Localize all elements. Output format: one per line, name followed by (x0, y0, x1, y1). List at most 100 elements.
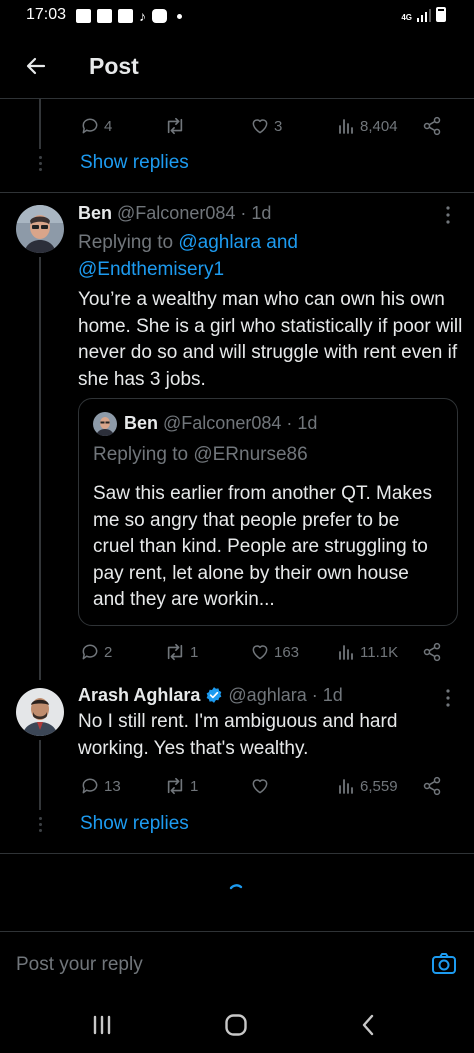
share-icon (423, 116, 441, 136)
network-type: 4G (401, 13, 412, 22)
heart-icon (252, 119, 268, 134)
retweet-icon (167, 777, 183, 795)
camera-button[interactable] (430, 950, 458, 978)
views-button[interactable]: 11.1K (338, 643, 398, 661)
reply-count: 13 (104, 777, 121, 795)
show-replies-link[interactable]: Show replies (80, 152, 189, 174)
avatar[interactable] (16, 205, 64, 253)
quote-display-name: Ben (124, 413, 159, 433)
views-button[interactable]: 8,404 (338, 117, 398, 135)
display-name[interactable]: Ben (78, 203, 112, 223)
like-count: 3 (274, 117, 283, 135)
app-notification-icon (97, 9, 112, 23)
action-bar: 4 3 8,404 (80, 114, 450, 138)
recents-button[interactable] (82, 1007, 122, 1043)
action-bar: 2 1 163 11.1K (80, 640, 450, 664)
reply-icon (82, 644, 98, 660)
app-notification-icon (118, 9, 133, 23)
display-name[interactable]: Arash Aghlara (78, 685, 200, 705)
views-button[interactable]: 6,559 (338, 777, 398, 795)
thread-line (39, 257, 41, 680)
retweet-icon (167, 643, 183, 661)
system-icons: 4G (401, 7, 446, 22)
back-nav-icon (362, 1014, 374, 1036)
replying-prefix: Replying to (78, 232, 179, 253)
more-button[interactable] (436, 203, 460, 227)
view-count: 6,559 (360, 777, 398, 795)
mention-link[interactable]: @Endthemisery1 (78, 259, 224, 280)
mention-link[interactable]: @aghlara (178, 232, 261, 253)
handle[interactable]: @Falconer084 (117, 203, 235, 223)
recents-icon (93, 1015, 111, 1035)
share-button[interactable] (422, 642, 442, 662)
notification-icons: ♪ (76, 8, 182, 24)
quote-avatar (93, 412, 117, 436)
heart-icon (252, 779, 268, 794)
page-title: Post (89, 53, 139, 79)
show-replies-link[interactable]: Show replies (80, 813, 189, 835)
reply-input[interactable]: Post your reply (16, 954, 143, 976)
tweet-header: Arash Aghlara @aghlara · 1d (78, 685, 343, 706)
retweet-button[interactable] (164, 116, 190, 136)
more-icon (446, 689, 450, 707)
like-button[interactable]: 163 (250, 642, 299, 662)
system-nav-bar (0, 997, 474, 1053)
camera-icon (432, 953, 456, 974)
like-button[interactable]: 3 (250, 116, 282, 136)
status-time: 17:03 (26, 6, 67, 23)
share-button[interactable] (422, 776, 442, 796)
youtube-icon (152, 9, 167, 23)
retweet-button[interactable]: 1 (164, 642, 198, 662)
action-bar: 13 1 6,559 (80, 774, 450, 798)
more-button[interactable] (436, 686, 460, 710)
tweet-header: Ben @Falconer084 · 1d (78, 203, 271, 224)
and-text: and (261, 232, 298, 253)
tiktok-icon: ♪ (139, 8, 146, 24)
quote-header: Ben @Falconer084 · 1d (124, 413, 317, 434)
quote-timestamp: · 1d (286, 413, 318, 433)
replying-to: Replying to @aghlara and @Endthemisery1 (78, 229, 438, 283)
arrow-left-icon (26, 57, 46, 75)
tweet-text: You’re a wealthy man who can own his own… (78, 289, 463, 390)
header-divider (0, 98, 474, 99)
signal-icon (417, 9, 431, 22)
timestamp: · 1d (311, 685, 343, 705)
like-count: 163 (274, 643, 300, 661)
back-button[interactable] (18, 48, 54, 84)
quote-handle: @Falconer084 (163, 413, 282, 433)
status-bar: 17:03 ♪ 4G (0, 0, 474, 32)
retweet-button[interactable]: 1 (164, 776, 198, 796)
thread-line (39, 740, 41, 810)
reply-button[interactable]: 13 (80, 776, 121, 796)
view-count: 8,404 (360, 117, 398, 135)
like-button[interactable] (250, 776, 274, 796)
views-icon (339, 119, 353, 134)
reply-composer[interactable]: Post your reply (0, 931, 474, 997)
thread-dots (38, 156, 42, 171)
avatar[interactable] (16, 688, 64, 736)
more-notifications-dot (177, 13, 182, 19)
reply-button[interactable]: 2 (80, 642, 112, 662)
reply-icon (82, 118, 98, 134)
handle[interactable]: @aghlara (228, 685, 306, 705)
quote-text: Saw this earlier from another QT. Makes … (93, 483, 432, 610)
reply-icon (82, 778, 98, 794)
back-nav-button[interactable] (348, 1007, 388, 1043)
share-button[interactable] (422, 116, 442, 136)
more-icon (446, 206, 450, 224)
views-icon (339, 645, 353, 660)
quote-tweet[interactable]: Ben @Falconer084 · 1d Replying to @ERnur… (78, 398, 458, 626)
thread-line (39, 99, 41, 149)
home-button[interactable] (216, 1007, 256, 1043)
retweet-icon (167, 117, 183, 135)
verified-icon (207, 687, 222, 703)
retweet-count: 1 (190, 643, 199, 661)
reply-button[interactable]: 4 (80, 116, 112, 136)
divider (0, 853, 474, 854)
share-icon (423, 776, 441, 796)
thread-dots (38, 817, 42, 832)
quote-replying-to: Replying to @ERnurse86 (93, 444, 308, 465)
reply-count: 4 (104, 117, 113, 135)
top-app-bar: Post (0, 32, 474, 98)
divider (0, 192, 474, 193)
